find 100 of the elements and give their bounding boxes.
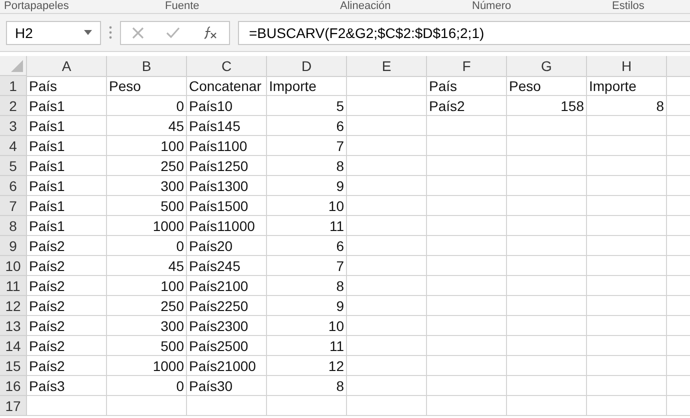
name-box[interactable]: H2 (6, 20, 101, 44)
row-header[interactable]: 11 (0, 276, 27, 296)
table-cell: 9 (267, 176, 347, 196)
table-cell: País1250 (187, 156, 267, 176)
table-cell: País2 (27, 316, 107, 336)
table-cell: 12 (267, 356, 347, 376)
row-header[interactable]: 15 (0, 356, 27, 376)
column-header[interactable]: E (347, 56, 427, 77)
table-cell: 250 (107, 296, 187, 316)
caret-icon (84, 30, 92, 35)
row-header[interactable]: 1 (0, 76, 27, 96)
table-cell: 11 (267, 336, 347, 356)
table-cell: País1500 (187, 196, 267, 216)
table-cell: País (427, 76, 507, 96)
table-cell: 100 (107, 136, 187, 156)
row-header[interactable]: 13 (0, 316, 27, 336)
row-header[interactable]: 8 (0, 216, 27, 236)
table-cell: País1 (27, 96, 107, 116)
table-cell: País3 (27, 376, 107, 396)
table-cell: 8 (587, 96, 667, 116)
table-cell: Importe (587, 76, 667, 96)
column-header[interactable]: A (27, 56, 107, 77)
table-cell: País2 (27, 256, 107, 276)
row-header[interactable]: 4 (0, 136, 27, 156)
table-cell: País20 (187, 236, 267, 256)
table-cell: País1 (27, 116, 107, 136)
table-cell: 1000 (107, 216, 187, 236)
table-cell: 100 (107, 276, 187, 296)
row-header[interactable]: 3 (0, 116, 27, 136)
ribbon-group-label: Estilos (612, 0, 646, 13)
table-cell: 300 (107, 316, 187, 336)
row-header[interactable]: 2 (0, 96, 27, 116)
table-cell: País11000 (187, 216, 267, 236)
table-cell: País21000 (187, 356, 267, 376)
table-cell: Concatenar (187, 76, 267, 96)
table-cell: 300 (107, 176, 187, 196)
table-cell: País2 (27, 336, 107, 356)
table-cell: 158 (507, 96, 587, 116)
table-cell: País2 (27, 236, 107, 256)
table-cell: País2 (27, 356, 107, 376)
table-cell: País2250 (187, 296, 267, 316)
table-cell: País2500 (187, 336, 267, 356)
table-cell: 500 (107, 196, 187, 216)
table-cell: 0 (107, 96, 187, 116)
row-header[interactable]: 5 (0, 156, 27, 176)
select-all-icon[interactable] (11, 60, 23, 72)
table-cell: 10 (267, 196, 347, 216)
checkmark-icon[interactable] (166, 27, 180, 38)
column-header[interactable]: D (267, 56, 347, 77)
table-cell: Peso (507, 76, 587, 96)
table-cell: País1 (27, 216, 107, 236)
table-cell: 45 (107, 116, 187, 136)
table-cell: 11 (267, 216, 347, 236)
table-cell: País245 (187, 256, 267, 276)
row-header[interactable]: 7 (0, 196, 27, 216)
table-cell: Peso (107, 76, 187, 96)
row-header[interactable]: 16 (0, 376, 27, 396)
column-header[interactable]: B (107, 56, 187, 77)
table-cell: 0 (107, 376, 187, 396)
table-cell: 8 (267, 156, 347, 176)
row-header[interactable]: 6 (0, 176, 27, 196)
table-cell: País (27, 76, 107, 96)
formula-field[interactable]: =BUSCARV(F2&G2;$C$2:$D$16;2;1) (238, 20, 690, 44)
ribbon-group-label: Número (472, 0, 512, 13)
ribbon-group-label: Fuente (165, 0, 200, 13)
table-cell: País2300 (187, 316, 267, 336)
column-header[interactable]: F (427, 56, 507, 77)
table-cell: 500 (107, 336, 187, 356)
drag-handle-icon[interactable] (109, 26, 112, 39)
row-header[interactable]: 10 (0, 256, 27, 276)
table-cell: 8 (267, 376, 347, 396)
row-header[interactable]: 12 (0, 296, 27, 316)
column-header[interactable]: G (507, 56, 587, 77)
column-header[interactable]: H (587, 56, 667, 77)
table-cell: País2100 (187, 276, 267, 296)
column-header[interactable]: C (187, 56, 267, 77)
table-cell: País1300 (187, 176, 267, 196)
row-header[interactable]: 14 (0, 336, 27, 356)
ribbon-group-label: Alineación (340, 0, 392, 13)
row-header[interactable]: 17 (0, 396, 27, 416)
table-cell: 1000 (107, 356, 187, 376)
table-cell: País2 (27, 276, 107, 296)
table-cell: País1 (27, 156, 107, 176)
table-cell: 6 (267, 116, 347, 136)
table-cell: País2 (27, 296, 107, 316)
table-cell: País1 (27, 176, 107, 196)
table-cell: 45 (107, 256, 187, 276)
table-cell: 6 (267, 236, 347, 256)
table-cell: País2 (427, 96, 507, 116)
row-header[interactable]: 9 (0, 236, 27, 256)
table-cell: 5 (267, 96, 347, 116)
table-cell: 9 (267, 296, 347, 316)
table-cell: Importe (267, 76, 347, 96)
table-cell: País10 (187, 96, 267, 116)
table-cell: 10 (267, 316, 347, 336)
table-cell: País1 (27, 136, 107, 156)
table-cell: País145 (187, 116, 267, 136)
function-icon[interactable] (202, 26, 218, 40)
cancel-icon[interactable] (132, 26, 144, 38)
table-cell: País30 (187, 376, 267, 396)
